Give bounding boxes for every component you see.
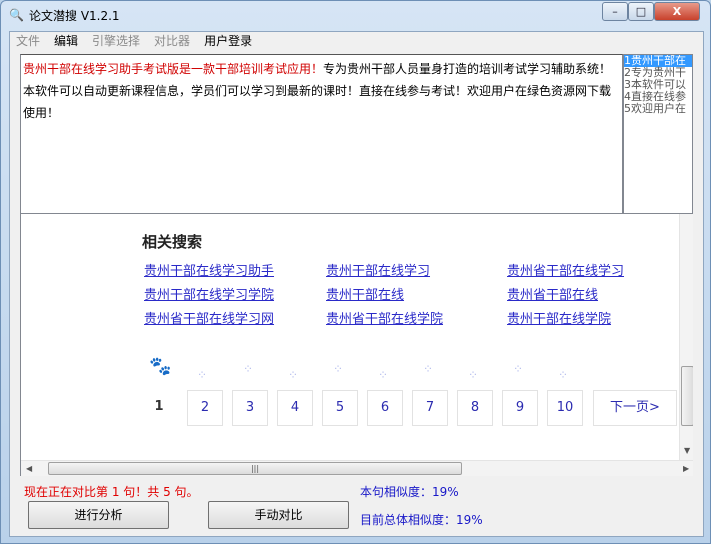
page-link[interactable]: 7	[412, 390, 448, 426]
progress-status: 现在正在对比第 1 句！共 5 句。	[24, 485, 199, 499]
related-link[interactable]: 贵州省干部在线学习网	[144, 308, 274, 327]
page-link[interactable]: 5	[322, 390, 358, 426]
close-button[interactable]: X	[654, 2, 700, 21]
sentence-list[interactable]: 1贵州干部在 2专为贵州干 3本软件可以 4直接在线参 5欢迎用户在	[623, 54, 693, 214]
page-link[interactable]: 9	[502, 390, 538, 426]
related-link[interactable]: 贵州省干部在线	[507, 284, 598, 303]
page-link[interactable]: 3	[232, 390, 268, 426]
related-search-title: 相关搜索	[142, 233, 203, 251]
page-current: 1	[154, 399, 164, 414]
related-link[interactable]: 贵州干部在线学习	[326, 260, 430, 279]
baidu-paw-icon: 🐾	[149, 356, 172, 377]
related-link[interactable]: 贵州干部在线学习学院	[144, 284, 274, 303]
highlighted-sentence: 贵州干部在线学习助手考试版是一款干部培训考试应用！	[23, 62, 324, 76]
menu-comparator[interactable]: 对比器	[154, 32, 190, 50]
paw-icon: ⁘	[333, 362, 344, 376]
magnifier-app-icon: 🔍	[9, 8, 24, 22]
source-text-area[interactable]: 贵州干部在线学习助手考试版是一款干部培训考试应用！专为贵州干部人员量身打造的培训…	[20, 54, 623, 214]
related-link[interactable]: 贵州干部在线学习助手	[144, 260, 274, 279]
page-link[interactable]: 10	[547, 390, 583, 426]
paw-icon: ⁘	[513, 362, 524, 376]
paw-icon: ⁘	[288, 368, 299, 382]
paw-icon: ⁘	[423, 362, 434, 376]
horizontal-scroll-thumb[interactable]: |||	[48, 462, 462, 475]
menu-bar: 文件 编辑 引擎选择 对比器 用户登录	[10, 32, 703, 50]
scroll-right-arrow-icon[interactable]: ▶	[683, 464, 689, 473]
sentence-similarity: 本句相似度：19%	[360, 485, 459, 499]
next-page-link[interactable]: 下一页>	[593, 390, 677, 426]
paw-icon: ⁘	[468, 368, 479, 382]
related-link[interactable]: 贵州省干部在线学院	[326, 308, 443, 327]
window-title: 论文潜搜 V1.2.1	[29, 9, 120, 23]
menu-file[interactable]: 文件	[16, 32, 40, 50]
sentence-item[interactable]: 5欢迎用户在	[624, 103, 692, 115]
scroll-down-arrow-icon[interactable]: ▼	[684, 446, 690, 455]
overall-similarity: 目前总体相似度：19%	[360, 513, 483, 527]
page-link[interactable]: 2	[187, 390, 223, 426]
menu-engine[interactable]: 引擎选择	[92, 32, 140, 50]
paw-icon: ⁘	[243, 362, 254, 376]
menu-login[interactable]: 用户登录	[204, 32, 252, 50]
related-link[interactable]: 贵州干部在线学院	[507, 308, 611, 327]
menu-edit[interactable]: 编辑	[54, 32, 78, 50]
manual-compare-button[interactable]: 手动对比	[208, 501, 349, 529]
related-link[interactable]: 贵州干部在线	[326, 284, 404, 303]
related-link[interactable]: 贵州省干部在线学习	[507, 260, 624, 279]
scroll-left-arrow-icon[interactable]: ◀	[26, 464, 32, 473]
paw-icon: ⁘	[558, 368, 569, 382]
app-window: 🔍 论文潜搜 V1.2.1 – □ X 文件 编辑 引擎选择 对比器 用户登录 …	[0, 0, 711, 544]
page-link[interactable]: 8	[457, 390, 493, 426]
maximize-button[interactable]: □	[628, 2, 654, 21]
paw-icon: ⁘	[197, 368, 208, 382]
client-area: 文件 编辑 引擎选择 对比器 用户登录 贵州干部在线学习助手考试版是一款干部培训…	[9, 31, 704, 537]
vertical-scroll-thumb[interactable]	[681, 366, 693, 426]
minimize-button[interactable]: –	[602, 2, 628, 21]
vertical-scrollbar[interactable]: ▼	[679, 214, 693, 460]
paw-icon: ⁘	[378, 368, 389, 382]
page-link[interactable]: 4	[277, 390, 313, 426]
search-results-browser: 相关搜索 贵州干部在线学习助手 贵州干部在线学习 贵州省干部在线学习 贵州干部在…	[20, 214, 693, 476]
horizontal-scrollbar[interactable]: ◀ ||| ▶	[21, 460, 693, 476]
page-link[interactable]: 6	[367, 390, 403, 426]
analyze-button[interactable]: 进行分析	[28, 501, 169, 529]
